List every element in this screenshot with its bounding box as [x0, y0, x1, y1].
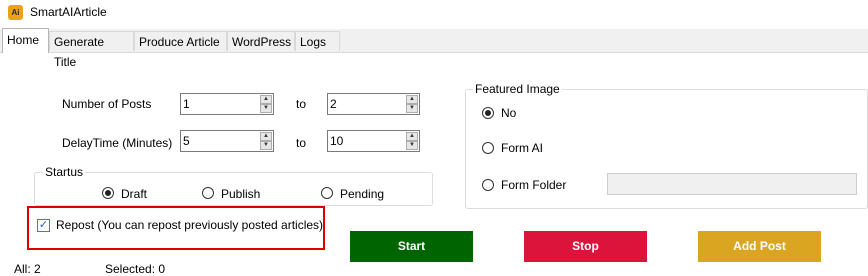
- tab-home[interactable]: Home: [2, 28, 49, 53]
- status-draft-label: Draft: [121, 187, 148, 201]
- spin-down-icon[interactable]: ▼: [406, 141, 418, 150]
- status-all-count: All: 2: [14, 262, 41, 276]
- stop-button[interactable]: Stop: [524, 231, 647, 262]
- repost-checkbox[interactable]: ✓: [37, 219, 50, 232]
- spin-down-icon[interactable]: ▼: [260, 104, 272, 113]
- featured-no-radio[interactable]: [482, 107, 494, 119]
- folder-path-input[interactable]: [607, 173, 857, 195]
- status-group-title: Startus: [43, 165, 86, 179]
- delay-time-label: DelayTime (Minutes): [62, 136, 173, 150]
- start-button[interactable]: Start: [350, 231, 473, 262]
- spin-up-icon[interactable]: ▲: [406, 132, 418, 141]
- featured-image-title: Featured Image: [473, 82, 562, 96]
- status-pending-label: Pending: [340, 187, 385, 201]
- featured-form-ai-label: Form AI: [501, 141, 544, 155]
- delay-to-value: 10: [330, 134, 344, 148]
- app-icon: Ai: [8, 5, 23, 20]
- posts-to-value: 2: [330, 97, 337, 111]
- status-selected-count: Selected: 0: [105, 262, 166, 276]
- posts-to-label: to: [296, 97, 307, 111]
- spin-down-icon[interactable]: ▼: [406, 104, 418, 113]
- title-bar: [0, 0, 868, 26]
- delay-from-stepper[interactable]: 5 ▲ ▼: [180, 130, 274, 152]
- status-publish-radio[interactable]: [202, 187, 214, 199]
- delay-to-label: to: [296, 136, 307, 150]
- posts-from-value: 1: [183, 97, 190, 111]
- status-pending-radio[interactable]: [321, 187, 333, 199]
- repost-label: Repost (You can repost previously posted…: [56, 218, 324, 232]
- featured-form-folder-label: Form Folder: [501, 178, 567, 192]
- featured-form-folder-radio[interactable]: [482, 179, 494, 191]
- delay-to-stepper[interactable]: 10 ▲ ▼: [327, 130, 420, 152]
- number-of-posts-label: Number of Posts: [62, 97, 152, 111]
- delay-from-value: 5: [183, 134, 190, 148]
- tab-wordpress[interactable]: WordPress: [227, 31, 295, 51]
- add-post-button[interactable]: Add Post: [698, 231, 821, 262]
- status-publish-label: Publish: [221, 187, 261, 201]
- posts-from-stepper[interactable]: 1 ▲ ▼: [180, 93, 274, 115]
- status-draft-radio[interactable]: [102, 187, 114, 199]
- spin-up-icon[interactable]: ▲: [260, 132, 272, 141]
- spin-down-icon[interactable]: ▼: [260, 141, 272, 150]
- featured-form-ai-radio[interactable]: [482, 142, 494, 154]
- spin-up-icon[interactable]: ▲: [260, 95, 272, 104]
- tab-generate-title[interactable]: Generate Title: [49, 31, 134, 69]
- spin-up-icon[interactable]: ▲: [406, 95, 418, 104]
- posts-to-stepper[interactable]: 2 ▲ ▼: [327, 93, 420, 115]
- featured-no-label: No: [501, 106, 517, 120]
- window-title: SmartAIArticle: [30, 5, 107, 19]
- tab-logs[interactable]: Logs: [295, 31, 340, 51]
- tab-produce-article[interactable]: Produce Article: [134, 31, 227, 51]
